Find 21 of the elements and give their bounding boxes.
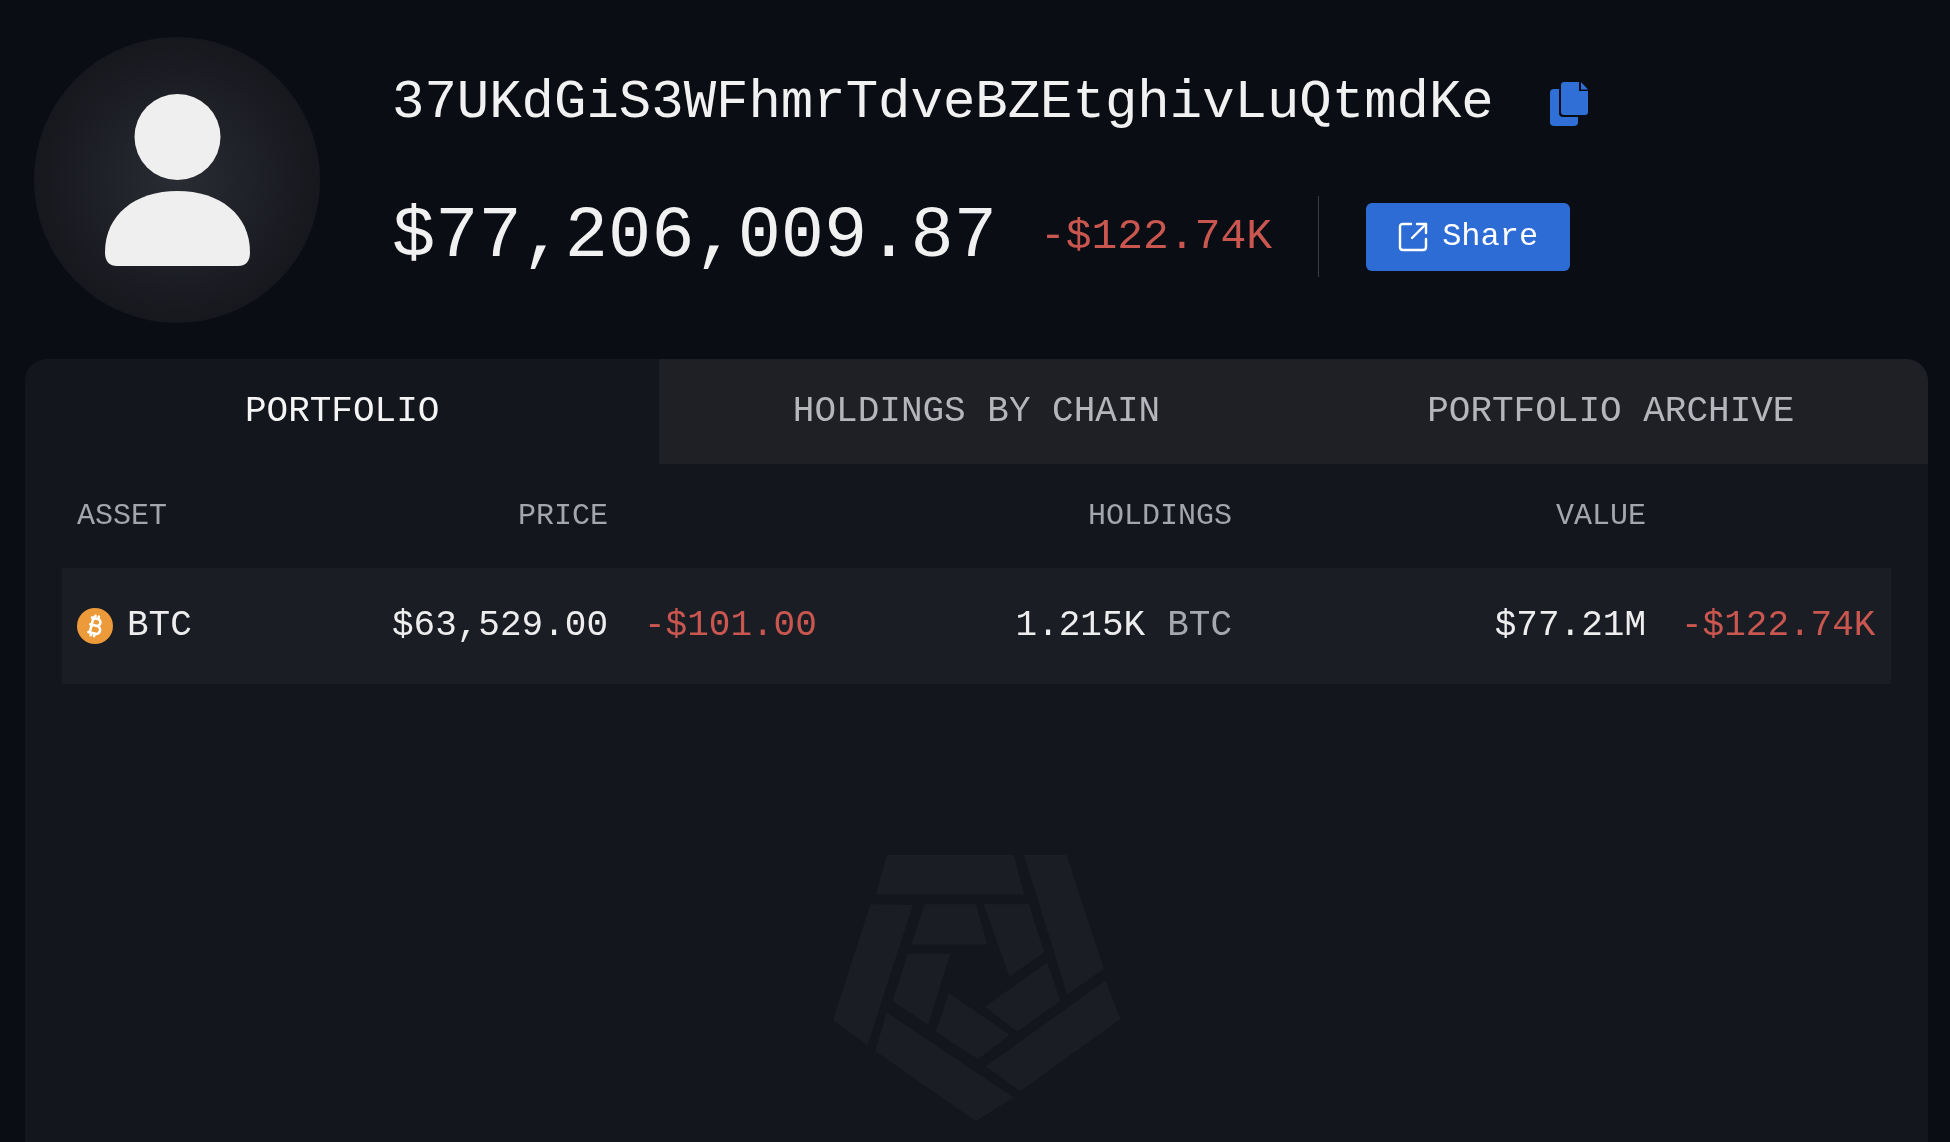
value-change: -$122.74K xyxy=(1680,604,1877,648)
column-header: HOLDINGS xyxy=(1086,497,1232,535)
asset-value: $77.21M xyxy=(1493,604,1646,648)
total-balance: $77,206,009.87 xyxy=(392,200,997,273)
wallet-address: 37UKdGiS3WFhmrTdveBZEtghivLuQtmdKe xyxy=(392,71,1494,135)
balance-change: -$122.74K xyxy=(1039,215,1273,258)
person-silhouette-icon xyxy=(104,94,250,266)
column-header: VALUE xyxy=(1555,497,1646,535)
holdings-amount: 1.215K xyxy=(1015,604,1146,648)
bitcoin-coin-icon xyxy=(77,608,113,644)
price-change: -$101.00 xyxy=(643,604,818,648)
tab[interactable]: HOLDINGS BY CHAIN xyxy=(659,359,1294,464)
share-button[interactable]: Share xyxy=(1366,202,1571,271)
asset-price: $63,529.00 xyxy=(390,604,608,648)
external-link-icon xyxy=(1398,221,1429,252)
asset-symbol: BTC xyxy=(127,604,192,648)
column-header: ASSET xyxy=(77,497,168,535)
copy-icon[interactable] xyxy=(1549,80,1590,126)
holdings-unit: BTC xyxy=(1167,604,1232,648)
column-header: PRICE xyxy=(517,497,608,535)
tab[interactable]: PORTFOLIO ARCHIVE xyxy=(1293,359,1928,464)
